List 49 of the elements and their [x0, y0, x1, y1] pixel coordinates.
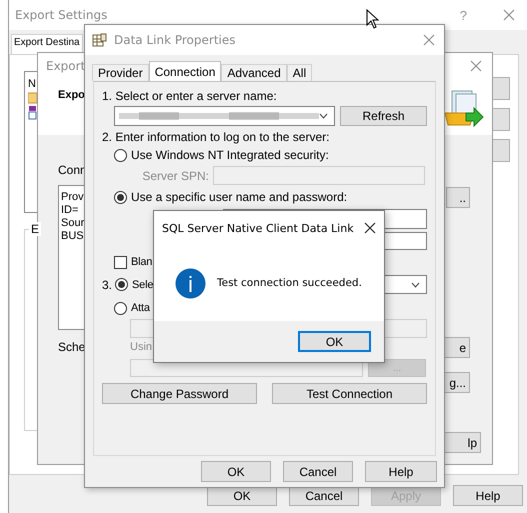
- server-combo[interactable]: [114, 106, 335, 126]
- step-label: 3.: [102, 278, 112, 292]
- checkbox-label: Blan: [131, 256, 152, 268]
- list-item[interactable]: N: [28, 78, 36, 90]
- info-icon: [175, 268, 206, 298]
- radio-button[interactable]: [114, 190, 127, 204]
- dialog-button[interactable]: Help: [453, 485, 523, 506]
- caret-icon: [319, 113, 328, 119]
- window-title: Export Settings: [15, 8, 108, 22]
- radio-label: Sele: [132, 278, 154, 290]
- step-label: 1. Select or enter a server name:: [102, 89, 277, 103]
- change-password-button[interactable]: Change Password: [102, 383, 257, 404]
- field-label: Usin: [130, 341, 152, 353]
- side-button[interactable]: ..: [446, 187, 470, 208]
- refresh-button[interactable]: Refresh: [340, 106, 427, 126]
- radio-button[interactable]: [114, 302, 127, 314]
- window-title: SQL Server Native Client Data Link: [162, 222, 354, 234]
- field-label: Sche: [58, 340, 86, 354]
- radio-label: Atta: [131, 302, 150, 314]
- dialog-button[interactable]: Cancel: [283, 461, 353, 482]
- dialog-button[interactable]: OK: [201, 461, 271, 482]
- tab[interactable]: Provider: [92, 64, 149, 81]
- radio-label: Use a specific user name and password:: [131, 190, 348, 204]
- radio-button[interactable]: [114, 148, 127, 162]
- close-icon[interactable]: [364, 222, 376, 234]
- spn-field[interactable]: [213, 166, 425, 185]
- text-line: BUS: [61, 230, 85, 243]
- checkbox[interactable]: [114, 256, 127, 268]
- group-label: E: [29, 222, 42, 236]
- caret-icon: [411, 282, 420, 288]
- radio-label: Use Windows NT Integrated security:: [131, 148, 329, 162]
- tab[interactable]: Export Destina: [11, 34, 83, 54]
- text-line: ID=: [61, 204, 80, 217]
- field-label: Server SPN:: [141, 168, 210, 182]
- tab[interactable]: All: [286, 64, 312, 81]
- text-line: Sour: [61, 217, 86, 230]
- heading: Expo: [58, 89, 85, 101]
- message-text: Test connection succeeded.: [217, 277, 362, 289]
- test-connection-button[interactable]: Test Connection: [272, 383, 427, 404]
- radio-button[interactable]: [115, 278, 128, 291]
- dialog-button[interactable]: Help: [365, 461, 437, 482]
- window-title: Export: [46, 59, 86, 73]
- window-title: Data Link Properties: [114, 33, 236, 47]
- tab[interactable]: Advanced: [221, 64, 287, 81]
- text-line: Prov: [61, 191, 85, 204]
- tab[interactable]: Connection: [148, 61, 222, 81]
- step-label: 2. Enter information to log on to the server:: [102, 130, 330, 144]
- ok-button[interactable]: OK: [298, 331, 371, 352]
- table-icon: [92, 32, 107, 48]
